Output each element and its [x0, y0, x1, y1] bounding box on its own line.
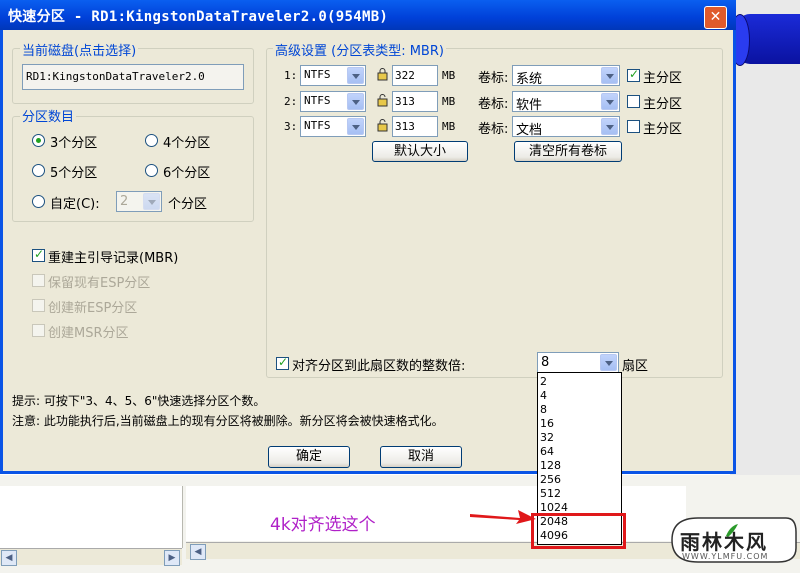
row-2-unit: MB — [442, 95, 456, 108]
radio-3-label: 3个分区 — [50, 136, 98, 151]
watermark-brand: 雨林木风 — [680, 530, 768, 554]
lock-open-icon[interactable] — [377, 119, 388, 132]
row-3-primary-checkbox[interactable] — [627, 120, 640, 133]
dropdown-option[interactable]: 16 — [540, 417, 554, 430]
clear-labels-button[interactable]: 清空所有卷标 — [514, 141, 622, 162]
dropdown-option[interactable]: 512 — [540, 487, 561, 500]
radio-4-partitions[interactable] — [145, 134, 158, 147]
row-1-primary-checkbox[interactable] — [627, 67, 640, 82]
chevron-down-icon — [347, 67, 364, 84]
dropdown-option[interactable]: 32 — [540, 431, 554, 444]
row-2-fs-select[interactable]: NTFS — [300, 91, 366, 112]
row-3-unit: MB — [442, 120, 456, 133]
align-sector-select[interactable]: 8 — [537, 352, 619, 373]
custom-count-value: 2 — [120, 194, 129, 209]
custom-count-select[interactable]: 2 — [116, 191, 162, 212]
current-disk-label: 当前磁盘(点击选择) — [20, 40, 139, 59]
chevron-down-icon — [601, 93, 618, 110]
row-1-fs-value: NTFS — [304, 68, 331, 81]
scroll-left-icon[interactable]: ◀ — [190, 544, 206, 560]
advanced-settings-label: 高级设置 (分区表类型: MBR) — [273, 40, 446, 59]
arrow-right-icon — [470, 510, 536, 524]
chevron-down-icon — [600, 354, 617, 371]
chevron-down-icon — [601, 67, 618, 84]
watermark-logo: 雨林木风 WWW.YLMFU.COM — [668, 510, 798, 570]
keep-esp-checkbox[interactable] — [32, 274, 45, 287]
dialog-title: 快速分区 - RD1:KingstonDataTraveler2.0(954MB… — [8, 9, 389, 25]
row-3-volume-label[interactable]: 文档 — [512, 116, 620, 138]
align-partitions-label: 对齐分区到此扇区数的整数倍: — [292, 359, 466, 374]
dropdown-option[interactable]: 4 — [540, 389, 547, 402]
dropdown-option[interactable]: 2 — [540, 375, 547, 388]
row-3-label-prefix: 卷标: — [478, 122, 509, 137]
row-2-volume-label[interactable]: 软件 — [512, 91, 620, 113]
row-2-primary-checkbox[interactable] — [627, 95, 640, 108]
row-1-unit: MB — [442, 69, 456, 82]
radio-custom-label: 自定(C): — [50, 197, 100, 212]
row-2-fs-value: NTFS — [304, 94, 331, 107]
row-1-number: 1: — [284, 69, 298, 82]
row-1-volume-label[interactable]: 系统 — [512, 65, 620, 87]
row-2-volume-value: 软件 — [516, 98, 543, 113]
row-3-number: 3: — [284, 120, 298, 133]
align-partitions-checkbox[interactable] — [276, 355, 289, 370]
annotation-text: 4k对齐选这个 — [270, 515, 376, 535]
current-disk-field[interactable]: RD1:KingstonDataTraveler2.0 — [22, 64, 244, 90]
radio-5-label: 5个分区 — [50, 166, 98, 181]
new-esp-label: 创建新ESP分区 — [48, 301, 138, 316]
ok-button[interactable]: 确定 — [268, 446, 350, 468]
rebuild-mbr-checkbox[interactable] — [32, 247, 45, 262]
row-1-primary-label: 主分区 — [643, 71, 683, 86]
align-sector-value: 8 — [541, 355, 550, 370]
radio-4-label: 4个分区 — [163, 136, 211, 151]
keep-esp-label: 保留现有ESP分区 — [48, 276, 151, 291]
row-1-fs-select[interactable]: NTFS — [300, 65, 366, 86]
row-3-primary-label: 主分区 — [643, 122, 683, 137]
hint-tip: 提示: 可按下"3、4、5、6"快速选择分区个数。 — [12, 394, 266, 408]
row-3-fs-select[interactable]: NTFS — [300, 116, 366, 137]
row-1-size-input[interactable]: 322 — [392, 65, 438, 86]
highlight-box — [531, 513, 626, 549]
watermark-url: WWW.YLMFU.COM — [682, 552, 769, 561]
rebuild-mbr-label: 重建主引导记录(MBR) — [48, 251, 179, 266]
row-1-label-prefix: 卷标: — [478, 71, 509, 86]
radio-6-label: 6个分区 — [163, 166, 211, 181]
dropdown-option[interactable]: 128 — [540, 459, 561, 472]
dropdown-option[interactable]: 64 — [540, 445, 554, 458]
dropdown-option[interactable]: 8 — [540, 403, 547, 416]
partition-count-label: 分区数目 — [20, 106, 77, 125]
create-msr-checkbox[interactable] — [32, 324, 45, 337]
row-3-fs-value: NTFS — [304, 119, 331, 132]
align-sector-suffix: 扇区 — [622, 359, 649, 374]
default-size-button[interactable]: 默认大小 — [372, 141, 468, 162]
row-2-label-prefix: 卷标: — [478, 97, 509, 112]
row-2-size-input[interactable]: 313 — [392, 91, 438, 112]
scroll-right-icon[interactable]: ▶ — [164, 550, 180, 566]
radio-6-partitions[interactable] — [145, 164, 158, 177]
cancel-button[interactable]: 取消 — [380, 446, 462, 468]
row-3-size-input[interactable]: 313 — [392, 116, 438, 137]
radio-custom[interactable] — [32, 195, 45, 208]
background-tree-pane — [0, 486, 183, 548]
row-2-number: 2: — [284, 95, 298, 108]
hint-note: 注意: 此功能执行后,当前磁盘上的现有分区将被删除。新分区将会被快速格式化。 — [12, 414, 444, 428]
chevron-down-icon — [347, 118, 364, 135]
custom-count-suffix: 个分区 — [168, 197, 208, 212]
create-msr-label: 创建MSR分区 — [48, 326, 129, 341]
radio-3-partitions[interactable] — [32, 134, 45, 147]
row-1-volume-value: 系统 — [516, 72, 543, 87]
close-button[interactable]: ✕ — [704, 6, 727, 29]
horizontal-scrollbar-left[interactable]: ◀ ▶ — [0, 548, 182, 566]
new-esp-checkbox[interactable] — [32, 299, 45, 312]
lock-closed-icon[interactable] — [377, 68, 388, 81]
scroll-left-icon[interactable]: ◀ — [1, 550, 17, 566]
radio-5-partitions[interactable] — [32, 164, 45, 177]
row-3-volume-value: 文档 — [516, 123, 543, 138]
dropdown-option[interactable]: 256 — [540, 473, 561, 486]
lock-open-icon[interactable] — [377, 94, 388, 107]
chevron-down-icon — [347, 93, 364, 110]
row-2-primary-label: 主分区 — [643, 97, 683, 112]
chevron-down-icon — [601, 118, 618, 135]
chevron-down-icon — [143, 193, 160, 210]
